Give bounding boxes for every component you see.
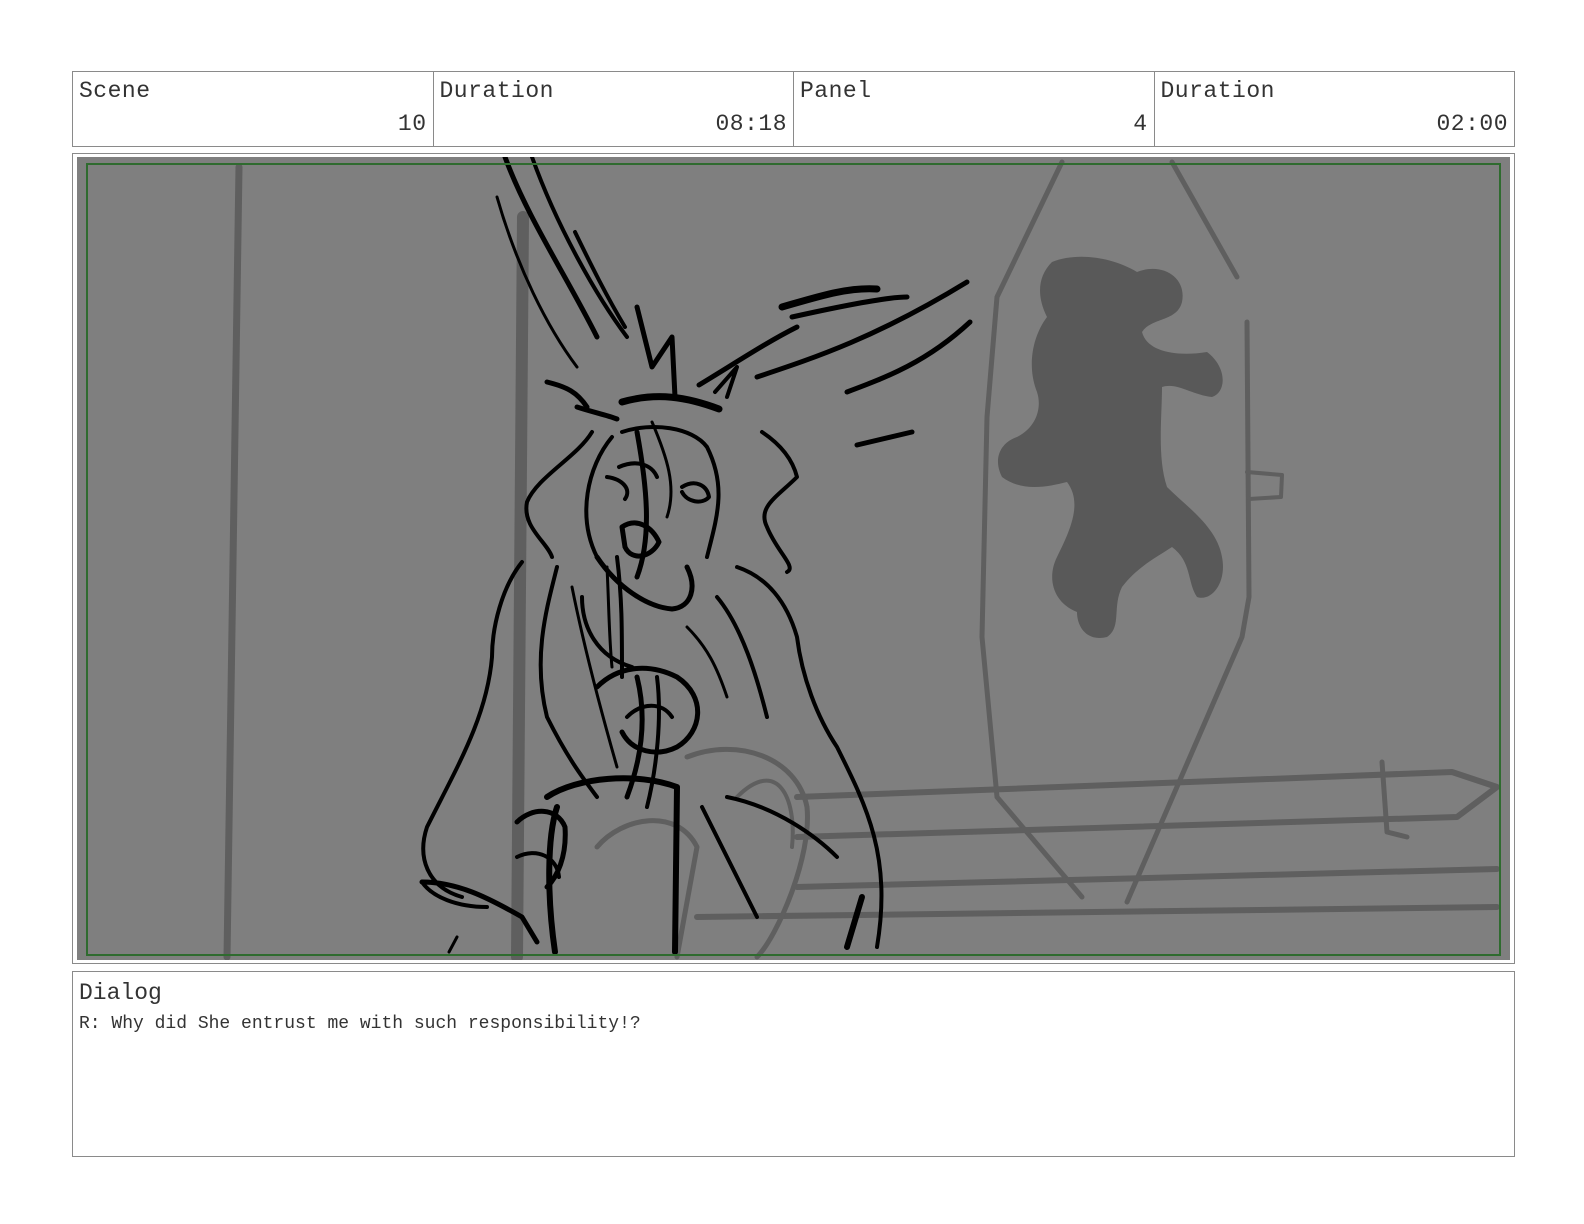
storyboard-header: Scene 10 Duration 08:18 Panel 4 Duration… (72, 71, 1515, 147)
heraldic-horse (997, 256, 1223, 638)
sketch-drawing (223, 157, 1500, 960)
panel-cell: Panel 4 (794, 72, 1155, 146)
panel-duration-value: 02:00 (1436, 111, 1508, 137)
scene-duration-cell: Duration 08:18 (434, 72, 794, 146)
scene-duration-label: Duration (439, 78, 554, 104)
scene-label: Scene (79, 78, 151, 104)
background-sketch (223, 159, 1500, 960)
panel-duration-label: Duration (1160, 78, 1275, 104)
scene-number: 10 (397, 111, 427, 137)
dialog-text: R: Why did She entrust me with such resp… (79, 1014, 641, 1034)
dialog-box: Dialog R: Why did She entrust me with su… (72, 971, 1515, 1157)
panel-duration-cell: Duration 02:00 (1155, 72, 1515, 146)
panel-frame (72, 153, 1515, 964)
scene-duration-value: 08:18 (715, 111, 787, 137)
panel-label: Panel (800, 78, 872, 104)
dialog-label: Dialog (79, 980, 162, 1006)
panel-number: 4 (1133, 111, 1148, 137)
scene-cell: Scene 10 (73, 72, 434, 146)
storyboard-sketch (77, 157, 1510, 960)
